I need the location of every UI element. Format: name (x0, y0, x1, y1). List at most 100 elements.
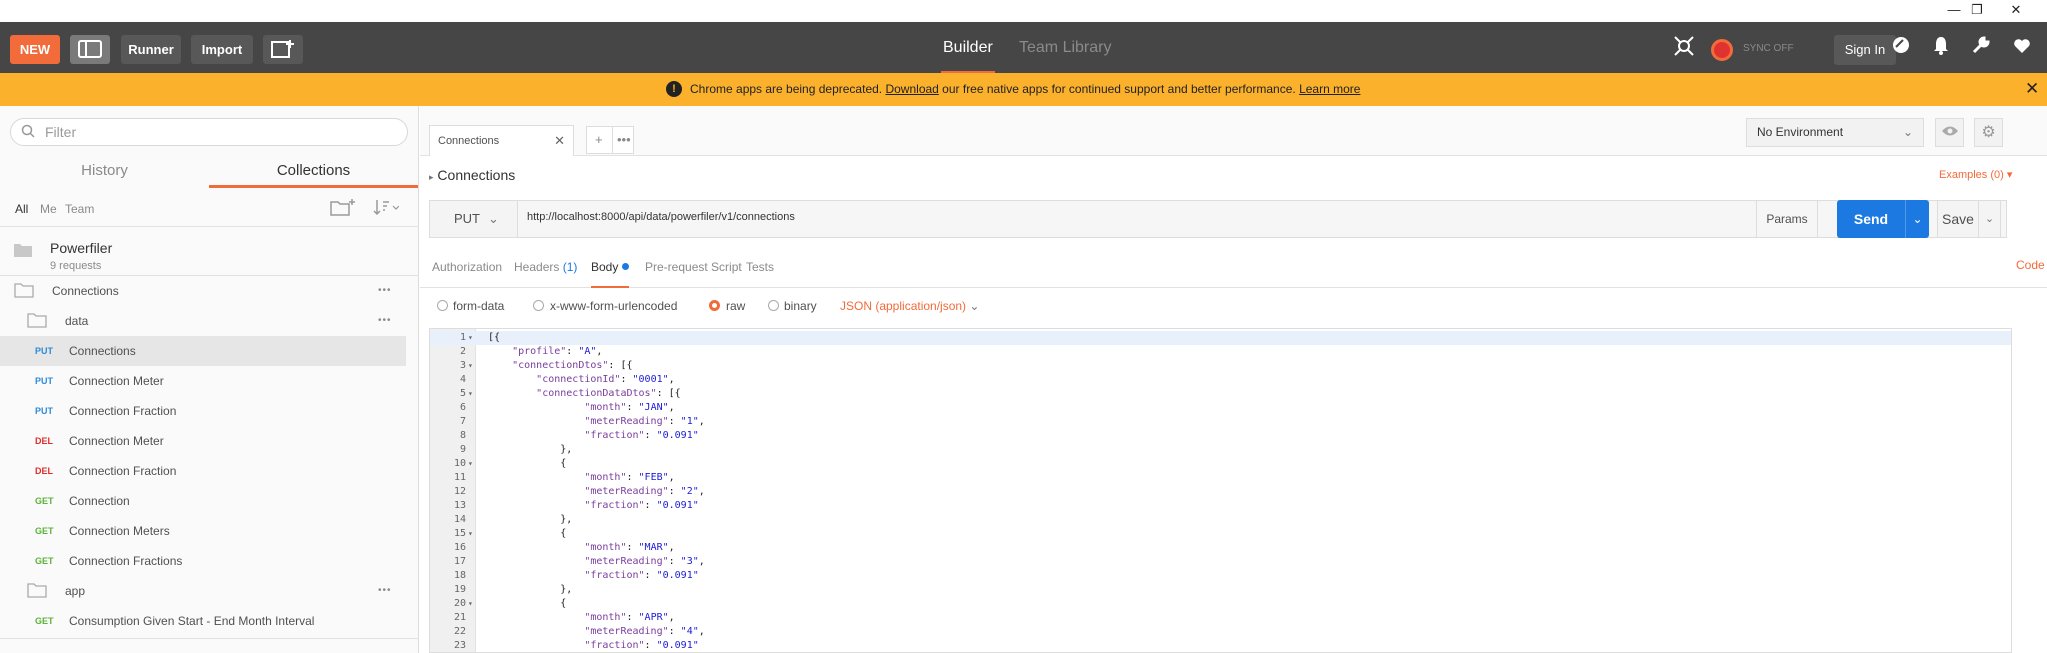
code-line: 11 "month": "FEB", (430, 471, 2011, 485)
save-button[interactable]: Save (1937, 200, 1979, 238)
builder-tab[interactable]: Builder (941, 38, 995, 74)
restore-icon[interactable]: ❐ (1959, 0, 1995, 22)
method-select[interactable]: PUT ⌄ (430, 201, 518, 237)
heart-icon[interactable] (2007, 35, 2037, 65)
manage-environments-gear-icon[interactable]: ⚙ (1974, 118, 2003, 147)
send-button[interactable]: Send (1837, 200, 1905, 238)
request-row[interactable]: GET Connection Fractions (0, 546, 406, 576)
close-tab-icon[interactable]: ✕ (554, 126, 565, 156)
more-options-icon[interactable]: ••• (378, 315, 392, 326)
line-number: 8 (459, 430, 466, 441)
banner-close-icon[interactable]: ✕ (2025, 79, 2039, 99)
request-row[interactable]: GET Consumption Given Start - End Month I… (0, 606, 406, 636)
toggle-sidebar-button[interactable] (70, 35, 110, 64)
runner-button[interactable]: Runner (121, 35, 181, 64)
request-title[interactable]: ▸ Connections (429, 167, 515, 183)
tab-tests[interactable]: Tests (746, 258, 774, 288)
code-line: 14 }, (430, 513, 2011, 527)
tab-body[interactable]: Body (591, 258, 630, 288)
fold-toggle-icon[interactable]: ▾ (468, 359, 473, 373)
sort-icon[interactable] (373, 198, 400, 219)
url-input[interactable]: http://localhost:8000/api/data/powerfile… (527, 211, 795, 223)
collections-tab[interactable]: Collections (209, 156, 418, 188)
request-row[interactable]: DEL Connection Meter (0, 426, 406, 456)
tab-authorization[interactable]: Authorization (432, 258, 502, 288)
filter-team[interactable]: Team (65, 202, 94, 216)
code-text: [{ (488, 332, 501, 343)
radio-form-data[interactable] (437, 300, 448, 311)
environment-select[interactable]: No Environment ⌄ (1746, 118, 1924, 147)
more-options-icon[interactable]: ••• (378, 285, 392, 296)
download-link[interactable]: Download (885, 82, 938, 96)
folder-row[interactable]: data ••• (0, 306, 406, 336)
save-options-chevron-icon[interactable]: ⌄ (1979, 200, 2001, 238)
collection-powerfiler[interactable]: Powerfiler 9 requests (0, 230, 419, 276)
sync-status-icon[interactable] (1711, 39, 1733, 61)
new-button[interactable]: NEW (10, 35, 60, 64)
form-data-label: form-data (453, 299, 505, 313)
more-options-icon[interactable]: ••• (378, 585, 392, 596)
request-method-badge: DEL (35, 436, 53, 446)
line-number: 11 (453, 472, 466, 483)
request-row[interactable]: GET Connection (0, 486, 406, 516)
request-row[interactable]: GET Connection Meters (0, 516, 406, 546)
add-tab-icon[interactable]: + (595, 127, 603, 153)
radio-raw[interactable] (709, 300, 720, 311)
line-number: 2 (459, 346, 466, 357)
notifications-bell-icon[interactable] (1926, 35, 1956, 65)
fold-toggle-icon[interactable]: ▾ (468, 387, 473, 401)
tab-actions: + ••• (586, 126, 634, 154)
code-text: "month": "FEB", (584, 472, 675, 483)
tab-headers[interactable]: Headers (1) (514, 258, 577, 288)
params-button[interactable]: Params (1756, 200, 1818, 238)
import-button[interactable]: Import (191, 35, 253, 64)
request-label: Connection (69, 494, 130, 508)
request-method-badge: PUT (35, 376, 53, 386)
request-row[interactable]: PUT Connections (0, 336, 406, 366)
environment-quick-look-eye-icon[interactable] (1935, 118, 1964, 147)
request-label: Connection Fractions (69, 554, 183, 568)
code-line: 12 "meterReading": "2", (430, 485, 2011, 499)
code-text: "meterReading": "3", (584, 556, 705, 567)
interceptor-icon[interactable] (1669, 35, 1699, 65)
settings-wrench-icon[interactable] (1966, 35, 1996, 65)
new-window-button[interactable] (263, 35, 303, 64)
learn-more-link[interactable]: Learn more (1299, 82, 1360, 96)
history-tab[interactable]: History (0, 156, 209, 188)
request-row[interactable]: PUT Connection Fraction (0, 396, 406, 426)
request-tab[interactable]: Connections ✕ (429, 125, 574, 156)
window-close-icon[interactable]: ✕ (1998, 0, 2034, 22)
request-row[interactable]: DEL Connection Fraction (0, 456, 406, 486)
examples-dropdown[interactable]: Examples (0) ▾ (1939, 168, 2012, 181)
main-panel: Connections ✕ + ••• No Environment ⌄ ⚙ ▸… (420, 106, 2047, 653)
filter-me[interactable]: Me (40, 202, 57, 216)
fold-toggle-icon[interactable]: ▾ (468, 457, 473, 471)
send-options-chevron-icon[interactable]: ⌄ (1905, 200, 1929, 238)
raw-label: raw (726, 299, 746, 313)
request-label: Consumption Given Start - End Month Inte… (69, 614, 315, 628)
content-type-select[interactable]: JSON (application/json) ⌄ (840, 299, 979, 313)
filter-input[interactable] (45, 124, 385, 140)
tab-pre-request-script[interactable]: Pre-request Script (645, 258, 742, 288)
request-row[interactable]: PUT Connection Meter (0, 366, 406, 396)
fold-toggle-icon[interactable]: ▾ (468, 597, 473, 611)
folder-label: Connections (52, 284, 119, 298)
new-collection-icon[interactable] (330, 198, 356, 221)
body-code-editor[interactable]: 1 ▾[{2 "profile": "A", 3 ▾ "connectionDtos"… (429, 328, 2012, 653)
code-line: 3 ▾ "connectionDtos": [{ (430, 359, 2011, 373)
satellite-icon[interactable] (1886, 35, 1916, 65)
line-number: 3 (459, 360, 466, 371)
folder-row[interactable]: Connections ••• (0, 276, 406, 306)
line-number: 4 (459, 374, 466, 385)
radio-binary[interactable] (768, 300, 779, 311)
line-number: 20 (453, 598, 466, 609)
more-tabs-icon[interactable]: ••• (617, 127, 631, 153)
team-library-tab[interactable]: Team Library (1019, 38, 1111, 58)
radio-urlencoded[interactable] (533, 300, 544, 311)
folder-row[interactable]: app ••• (0, 576, 406, 606)
filter-all[interactable]: All (15, 202, 28, 216)
fold-toggle-icon[interactable]: ▾ (468, 331, 473, 345)
generate-code-link[interactable]: Code (2016, 258, 2045, 272)
request-label: Connections (69, 344, 136, 358)
fold-toggle-icon[interactable]: ▾ (468, 527, 473, 541)
